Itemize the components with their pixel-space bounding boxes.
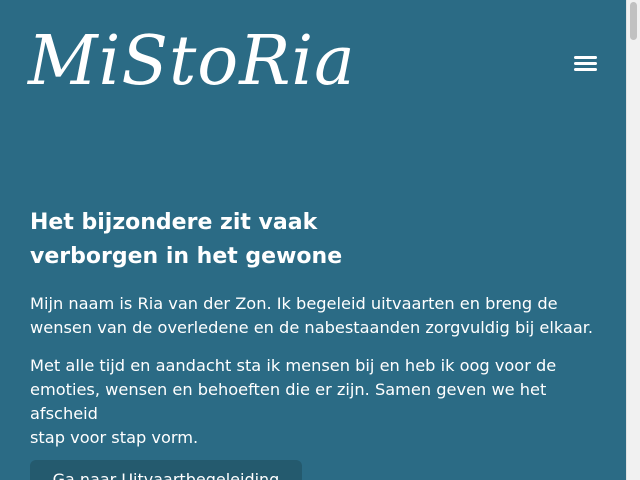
- logo-text: MiStoRia: [26, 22, 356, 101]
- menu-bar-bottom: [574, 68, 597, 71]
- approach-paragraph-line-2: emoties, wensen en behoeften die er zijn…: [30, 380, 547, 423]
- intro-paragraph: Mijn naam is Ria van der Zon. Ik begelei…: [30, 292, 610, 340]
- intro-paragraph-line-2: wensen van de overledene en de nabestaan…: [30, 318, 594, 337]
- menu-bar-middle: [574, 62, 597, 65]
- approach-paragraph-line-3: stap voor stap vorm.: [30, 428, 199, 447]
- intro-paragraph-line-1: Mijn naam is Ria van der Zon. Ik begelei…: [30, 294, 558, 313]
- site-logo[interactable]: MiStoRia: [26, 18, 362, 104]
- page: MiStoRia Het bijzondere zit vaak verborg…: [0, 0, 640, 480]
- hamburger-menu-icon[interactable]: [572, 52, 600, 76]
- funeral-guidance-button[interactable]: Ga naar Uitvaartbegeleiding: [30, 460, 302, 480]
- approach-paragraph-line-1: Met alle tijd en aandacht sta ik mensen …: [30, 356, 557, 375]
- page-scrollbar[interactable]: [626, 0, 640, 480]
- scrollbar-thumb[interactable]: [630, 2, 637, 40]
- heading-line-1: Het bijzondere zit vaak: [30, 210, 318, 235]
- heading-line-2: verborgen in het gewone: [30, 244, 343, 269]
- page-heading: Het bijzondere zit vaak verborgen in het…: [30, 206, 610, 274]
- approach-paragraph: Met alle tijd en aandacht sta ik mensen …: [30, 354, 610, 450]
- intro-section: Het bijzondere zit vaak verborgen in het…: [30, 206, 610, 450]
- menu-bar-top: [574, 56, 597, 59]
- site-header: MiStoRia: [0, 0, 626, 120]
